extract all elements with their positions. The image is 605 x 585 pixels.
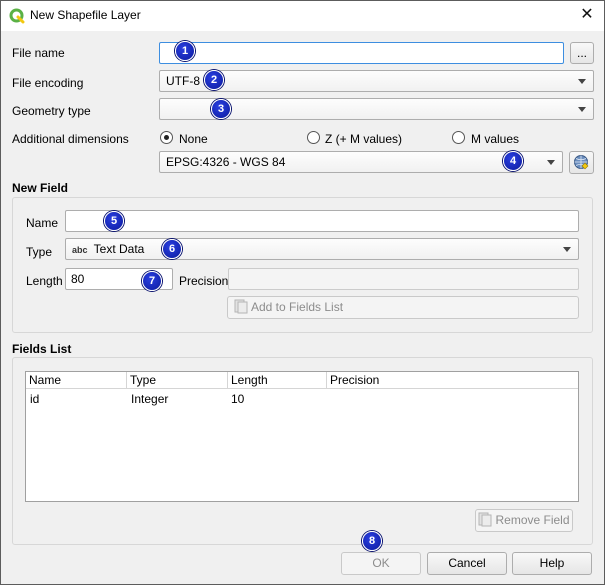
annotation-badge-3: 3 bbox=[211, 99, 231, 119]
field-type-label: Type bbox=[26, 245, 53, 259]
column-header-precision[interactable]: Precision bbox=[327, 372, 578, 389]
radio-z-m-label[interactable]: Z (+ M values) bbox=[325, 132, 402, 146]
chevron-down-icon bbox=[578, 107, 586, 112]
cell-length: 10 bbox=[231, 392, 245, 406]
cell-name: id bbox=[30, 392, 40, 406]
chevron-down-icon bbox=[578, 79, 586, 84]
length-label: Length bbox=[26, 274, 63, 288]
remove-field-icon bbox=[478, 512, 492, 527]
qgis-logo-icon bbox=[9, 8, 25, 24]
precision-label: Precision bbox=[179, 274, 229, 288]
column-header-length[interactable]: Length bbox=[228, 372, 327, 389]
file-encoding-label: File encoding bbox=[12, 76, 84, 90]
field-type-value: Text Data bbox=[93, 242, 145, 256]
column-header-name[interactable]: Name bbox=[26, 372, 127, 389]
remove-field-button[interactable]: Remove Field bbox=[475, 509, 573, 532]
globe-crs-icon bbox=[574, 155, 589, 170]
field-name-label: Name bbox=[26, 216, 59, 230]
radio-none[interactable] bbox=[160, 131, 173, 144]
file-encoding-value: UTF-8 bbox=[166, 74, 200, 88]
remove-field-label: Remove Field bbox=[495, 513, 570, 527]
precision-input[interactable] bbox=[228, 268, 579, 290]
chevron-down-icon bbox=[563, 247, 571, 252]
table-row[interactable]: id Integer 10 bbox=[26, 390, 578, 407]
crs-value: EPSG:4326 - WGS 84 bbox=[166, 155, 286, 169]
help-button[interactable]: Help bbox=[512, 552, 592, 575]
fields-list-section-title: Fields List bbox=[12, 342, 72, 356]
annotation-badge-6: 6 bbox=[162, 239, 182, 259]
fields-table[interactable]: Name Type Length Precision id Integer 10 bbox=[25, 371, 579, 502]
cell-type: Integer bbox=[131, 392, 169, 406]
file-name-label: File name bbox=[12, 46, 65, 60]
file-name-input[interactable] bbox=[159, 42, 564, 64]
text-data-icon: abc bbox=[72, 245, 88, 255]
annotation-badge-8: 8 bbox=[362, 531, 382, 551]
close-icon[interactable]: ✕ bbox=[576, 4, 598, 26]
browse-button[interactable]: ... bbox=[570, 42, 594, 64]
column-header-type[interactable]: Type bbox=[127, 372, 228, 389]
radio-none-label[interactable]: None bbox=[179, 132, 208, 146]
add-to-fields-list-label: Add to Fields List bbox=[251, 300, 344, 314]
cancel-button[interactable]: Cancel bbox=[427, 552, 507, 575]
radio-z-m[interactable] bbox=[307, 131, 320, 144]
chevron-down-icon bbox=[547, 160, 555, 165]
annotation-badge-7: 7 bbox=[142, 271, 162, 291]
field-type-combo[interactable]: abc Text Data bbox=[65, 238, 579, 260]
file-encoding-combo[interactable]: UTF-8 bbox=[159, 70, 594, 92]
additional-dimensions-label: Additional dimensions bbox=[12, 132, 129, 146]
new-field-section-title: New Field bbox=[12, 181, 69, 195]
annotation-badge-5: 5 bbox=[104, 211, 124, 231]
annotation-badge-1: 1 bbox=[175, 41, 195, 61]
add-field-icon bbox=[234, 299, 248, 314]
add-to-fields-list-button[interactable]: Add to Fields List bbox=[227, 296, 579, 319]
crs-select-button[interactable] bbox=[569, 151, 594, 174]
radio-m[interactable] bbox=[452, 131, 465, 144]
radio-m-label[interactable]: M values bbox=[471, 132, 519, 146]
ok-button[interactable]: OK bbox=[341, 552, 421, 575]
annotation-badge-2: 2 bbox=[204, 70, 224, 90]
window-title: New Shapefile Layer bbox=[30, 8, 141, 22]
field-name-input[interactable] bbox=[65, 210, 579, 232]
annotation-badge-4: 4 bbox=[503, 151, 523, 171]
geometry-type-label: Geometry type bbox=[12, 104, 91, 118]
